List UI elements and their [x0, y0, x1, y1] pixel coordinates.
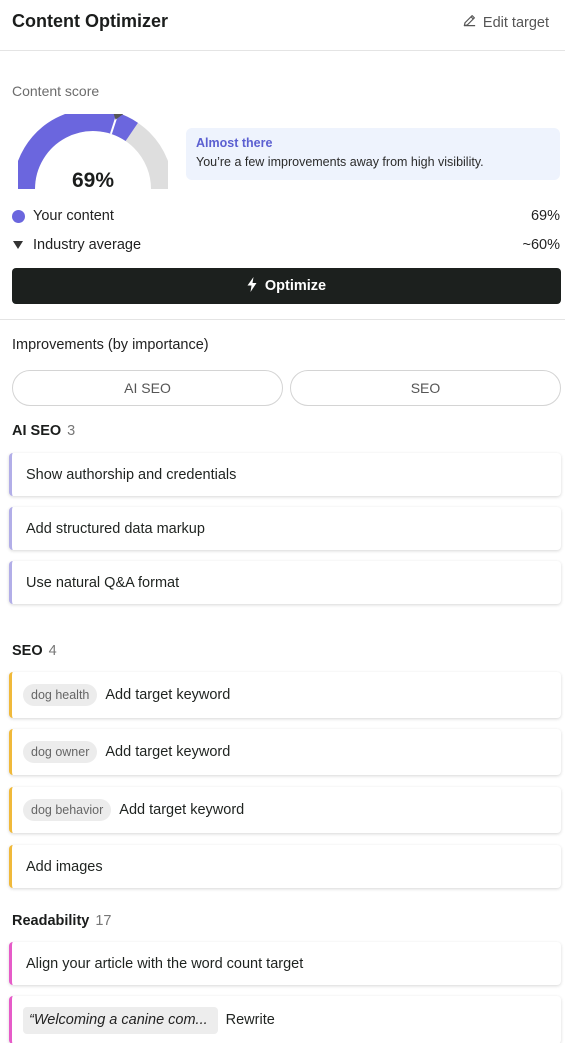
list-item[interactable]: Show authorship and credentials	[9, 453, 561, 496]
score-value: 69%	[71, 169, 115, 192]
optimize-button[interactable]: Optimize	[12, 268, 561, 304]
callout-text: You’re a few improvements away from high…	[196, 155, 484, 169]
content-score-label: Content score	[12, 83, 100, 99]
list-item[interactable]: Use natural Q&A format	[9, 561, 561, 604]
divider	[0, 319, 565, 320]
improvements-label: Improvements (by importance)	[12, 337, 209, 353]
your-content-dot-icon	[12, 209, 25, 223]
tab-seo[interactable]: SEO	[290, 370, 561, 406]
item-text: Rewrite	[225, 1012, 275, 1028]
section-ai-seo-heading: AI SEO 3	[12, 423, 75, 439]
item-text: Add structured data markup	[26, 520, 205, 537]
section-readability-heading: Readability 17	[12, 913, 112, 929]
quote-snippet: “Welcoming a canine com...	[23, 1006, 218, 1034]
list-item[interactable]: dog owner Add target keyword	[9, 729, 561, 775]
item-text: Add target keyword	[119, 802, 245, 818]
page-title: Content Optimizer	[12, 11, 168, 31]
edit-target-button[interactable]: Edit target	[462, 13, 549, 32]
pencil-icon	[462, 13, 477, 32]
keyword-chip: dog behavior	[23, 799, 112, 821]
legend-label: Industry average	[33, 237, 142, 253]
legend-label: Your content	[33, 208, 114, 224]
section-seo-heading: SEO 4	[12, 643, 57, 659]
list-item[interactable]: Add images	[9, 845, 561, 888]
lightning-icon	[247, 276, 257, 296]
item-text: Show authorship and credentials	[26, 466, 237, 483]
list-item[interactable]: “Welcoming a canine com... Rewrite	[9, 996, 561, 1043]
section-title: Readability	[12, 913, 90, 929]
list-item[interactable]: dog behavior Add target keyword	[9, 787, 561, 833]
section-count: 17	[95, 913, 112, 929]
list-item[interactable]: Align your article with the word count t…	[9, 942, 561, 985]
score-callout: Almost there You’re a few improvements a…	[186, 128, 560, 180]
optimize-label: Optimize	[264, 278, 327, 294]
edit-target-label: Edit target	[482, 14, 549, 31]
item-text: Use natural Q&A format	[26, 574, 180, 591]
list-item[interactable]: dog health Add target keyword	[9, 672, 561, 718]
item-text: Add target keyword	[105, 687, 231, 703]
section-count: 4	[48, 643, 57, 659]
section-count: 3	[67, 423, 76, 439]
keyword-chip: dog health	[23, 684, 98, 706]
tab-ai-seo[interactable]: AI SEO	[12, 370, 283, 406]
section-title: SEO	[12, 643, 43, 659]
section-title: AI SEO	[12, 423, 62, 439]
triangle-down-icon	[13, 241, 23, 249]
item-text: Align your article with the word count t…	[26, 955, 304, 972]
list-item[interactable]: Add structured data markup	[9, 507, 561, 550]
legend-your-content: Your content 69%	[12, 208, 560, 224]
keyword-chip: dog owner	[23, 741, 98, 763]
header: Content Optimizer Edit target	[0, 0, 565, 51]
legend-value: 69%	[530, 208, 560, 224]
legend-value: ~60%	[522, 237, 561, 253]
item-text: Add target keyword	[105, 744, 231, 760]
legend-industry-average: Industry average ~60%	[12, 237, 560, 253]
callout-title: Almost there	[196, 136, 273, 150]
item-text: Add images	[26, 858, 103, 875]
